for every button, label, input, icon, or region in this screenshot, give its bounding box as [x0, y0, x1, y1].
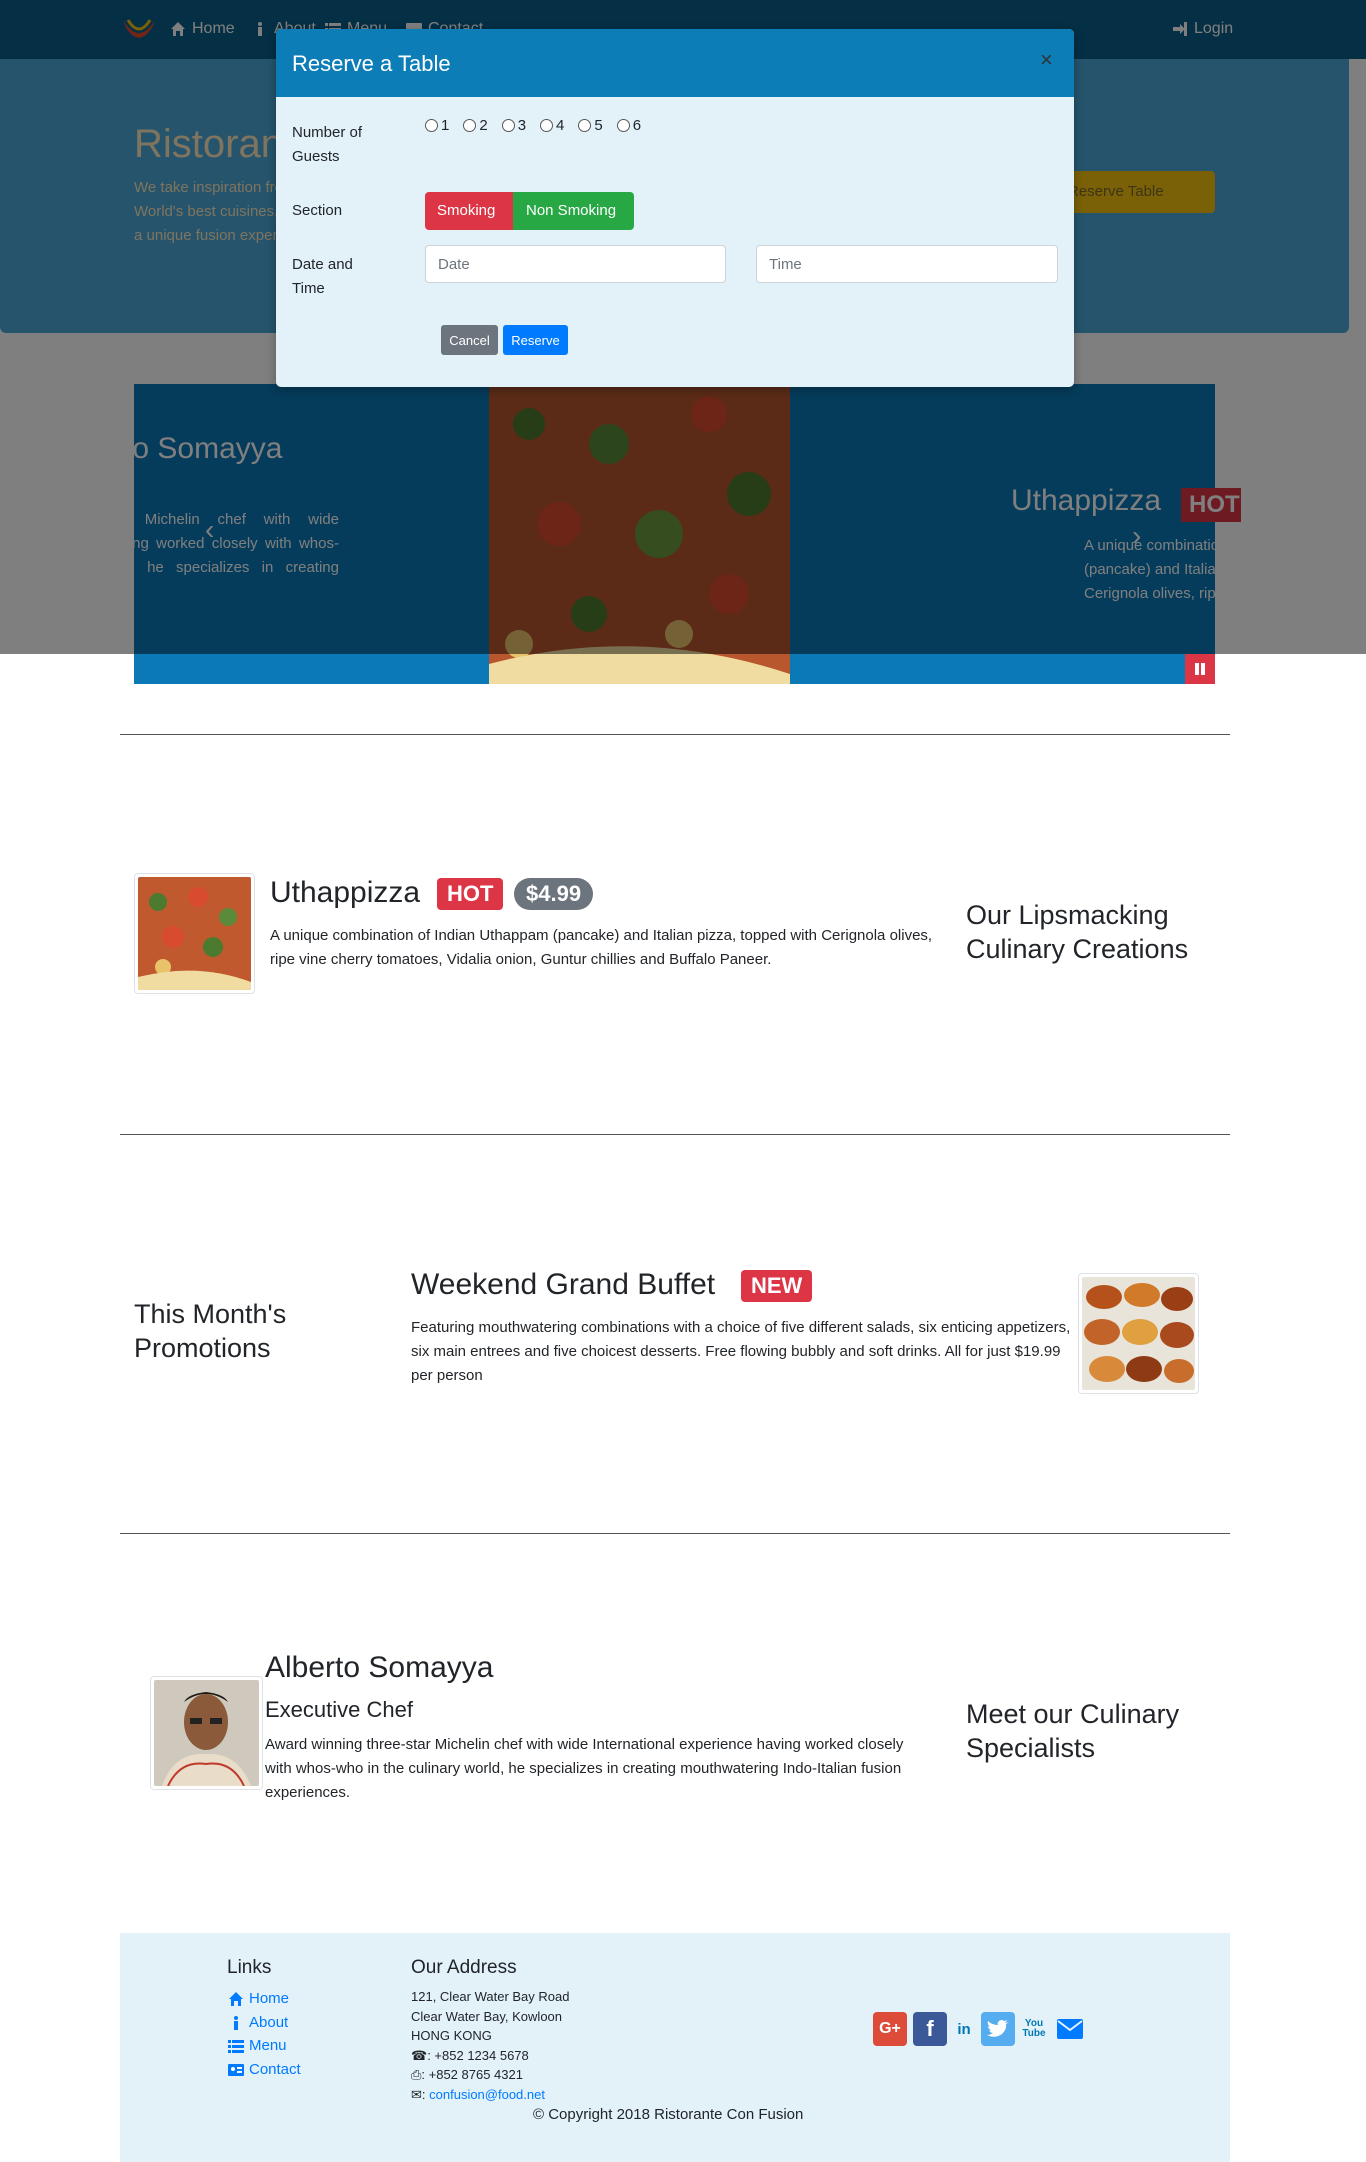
- promotion-new-badge: NEW: [741, 1270, 813, 1302]
- leader-thumbnail: [150, 1676, 263, 1790]
- radio-circle-icon: [578, 119, 592, 132]
- guests-radio-label: 6: [632, 117, 642, 134]
- promotion-side-heading: This Month's Promotions: [134, 1299, 287, 1363]
- dish-price-badge: $4.99: [514, 878, 594, 910]
- leader-designation: Executive Chef: [265, 1697, 413, 1722]
- leader-side-heading: Meet our Culinary Specialists: [966, 1699, 1180, 1763]
- address-card-icon: [228, 2063, 244, 2076]
- footer-link-about[interactable]: About: [227, 2014, 288, 2031]
- leader-name: Alberto Somayya: [265, 1651, 494, 1684]
- list-icon: [228, 2039, 244, 2053]
- guests-radio-label: 5: [594, 117, 603, 134]
- leader-description: Award winning three-star Michelin chef w…: [265, 1736, 904, 1801]
- footer-link-label: About: [249, 2014, 289, 2031]
- twitter-icon[interactable]: [981, 2012, 1015, 2046]
- promotion-title: Weekend Grand Buffet: [411, 1268, 716, 1301]
- envelope-icon: [1057, 2019, 1083, 2039]
- radio-circle-icon: [463, 119, 477, 132]
- non-smoking-button[interactable]: Non Smoking: [513, 192, 634, 230]
- modal-title: Reserve a Table: [292, 51, 451, 76]
- guests-radio-label: 4: [556, 117, 565, 134]
- cancel-button[interactable]: Cancel: [441, 325, 498, 355]
- dish-thumbnail: [134, 873, 255, 994]
- guests-radio-option[interactable]: 5: [578, 117, 603, 134]
- footer-address-heading: Our Address: [411, 1957, 517, 1978]
- smoking-button[interactable]: Smoking: [425, 192, 513, 230]
- time-input[interactable]: Time: [756, 245, 1058, 283]
- dish-description: A unique combination of Indian Uthappam …: [270, 927, 933, 968]
- footer-links-heading: Links: [227, 1957, 272, 1978]
- footer-link-home[interactable]: Home: [227, 1990, 289, 2007]
- reserve-modal: Reserve a Table × Number of Guests 1 2 3 4 5…: [276, 29, 1074, 387]
- guests-label: Number of Guests: [292, 124, 363, 165]
- buffet-image: [1082, 1277, 1195, 1390]
- chef-avatar: [154, 1680, 259, 1787]
- guests-radio-label: 3: [517, 117, 527, 134]
- guests-radio-group: 1 2 3 4 5 6: [425, 117, 655, 137]
- dish-title: Uthappizza: [270, 876, 421, 909]
- phone-icon: ☎: [411, 2047, 428, 2063]
- footer-link-menu[interactable]: Menu: [227, 2037, 287, 2054]
- section-divider: [120, 1533, 1230, 1534]
- address-line: HONG KONG: [411, 2028, 492, 2043]
- fax-icon: ⎙: [411, 2067, 422, 2082]
- facebook-icon[interactable]: f: [913, 2012, 947, 2046]
- home-icon: [229, 1991, 243, 2006]
- section-divider: [120, 734, 1230, 735]
- copyright: © Copyright 2018 Ristorante Con Fusion: [533, 2106, 804, 2123]
- datetime-label: Date and Time: [292, 256, 353, 297]
- radio-circle-icon: [616, 119, 630, 132]
- envelope-icon: ✉: [411, 2086, 422, 2102]
- youtube-icon[interactable]: You Tube: [1021, 2012, 1047, 2046]
- linkedin-icon[interactable]: in: [953, 2012, 975, 2046]
- twitter-bird-icon: [987, 2020, 1009, 2037]
- footer-link-label: Home: [249, 1990, 290, 2007]
- address-line: 121, Clear Water Bay Road: [411, 1989, 570, 2004]
- fax-line: ⎙: +852 8765 4321: [411, 2065, 569, 2085]
- address-line: Clear Water Bay, Kowloon: [411, 2008, 563, 2024]
- modal-header: Reserve a Table ×: [276, 29, 1074, 97]
- guests-radio-label: 1: [441, 117, 450, 134]
- radio-circle-icon: [540, 119, 554, 132]
- info-icon: [234, 2015, 238, 2030]
- mail-icon[interactable]: [1053, 2012, 1087, 2046]
- pizza-image: [138, 877, 251, 990]
- footer-link-label: Menu: [249, 2037, 287, 2054]
- phone-line: ☎: +852 1234 5678: [411, 2046, 569, 2066]
- section-divider: [120, 1134, 1230, 1135]
- dish-hot-badge: HOT: [437, 878, 504, 910]
- guests-radio-option[interactable]: 4: [540, 117, 564, 134]
- guests-radio-option[interactable]: 3: [501, 117, 527, 134]
- radio-circle-icon: [425, 119, 438, 132]
- date-input[interactable]: Date: [425, 245, 726, 283]
- social-links: G+ f in You Tube: [873, 2012, 1087, 2046]
- footer-address: 121, Clear Water Bay Road Clear Water Ba…: [411, 1987, 569, 2104]
- promotion-thumbnail: [1078, 1273, 1199, 1394]
- email-link[interactable]: confusion@food.net: [429, 2087, 545, 2102]
- fax-number: : +852 8765 4321: [421, 2067, 523, 2082]
- phone-number: : +852 1234 5678: [427, 2047, 529, 2063]
- footer-link-label: Contact: [249, 2061, 301, 2078]
- carousel-pause-button[interactable]: [1185, 654, 1215, 684]
- promotion-description: Featuring mouthwatering combinations wit…: [411, 1319, 1071, 1384]
- guests-radio-option[interactable]: 6: [616, 117, 642, 134]
- radio-circle-icon: [501, 119, 515, 132]
- guests-radio-option[interactable]: 1: [425, 117, 449, 134]
- close-icon[interactable]: ×: [1040, 47, 1053, 73]
- dish-side-heading: Our Lipsmacking Culinary Creations: [966, 900, 1189, 964]
- email-line: ✉: confusion@food.net: [411, 2086, 545, 2102]
- google-plus-icon[interactable]: G+: [873, 2012, 907, 2046]
- reserve-button[interactable]: Reserve: [503, 325, 568, 355]
- guests-radio-label: 2: [479, 117, 488, 134]
- guests-radio-option[interactable]: 2: [463, 117, 488, 134]
- footer-link-contact[interactable]: Contact: [227, 2061, 301, 2078]
- section-label: Section: [292, 202, 343, 219]
